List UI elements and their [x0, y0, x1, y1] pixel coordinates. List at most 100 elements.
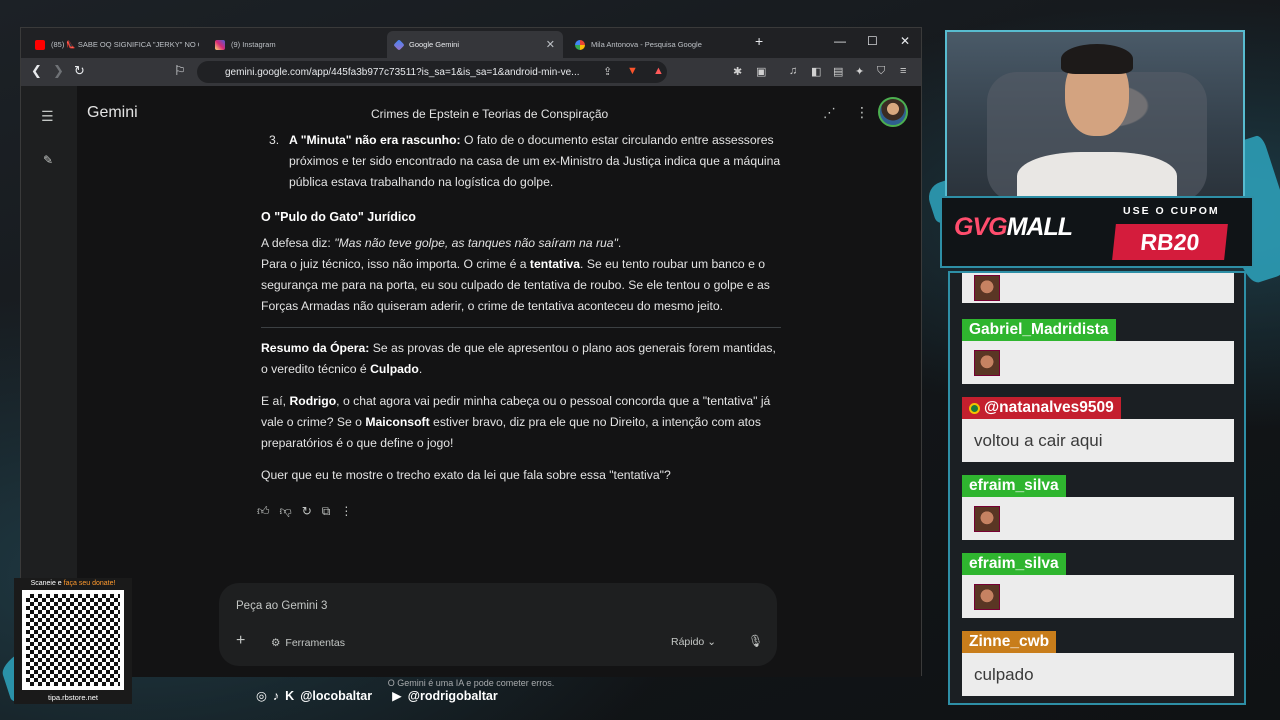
username-text: Zinne_cwb [969, 633, 1050, 650]
more-options-icon[interactable]: ⋮ [855, 104, 869, 121]
message-body [962, 273, 1234, 303]
tab-label: (9) Instagram [231, 40, 276, 49]
share-icon[interactable]: ⋰ [823, 105, 836, 121]
close-tab-icon[interactable]: ✕ [546, 38, 555, 51]
emote-icon [974, 275, 1000, 301]
social-handles: ◎ ♪ K @locobaltar ▶ @rodrigobaltar [256, 688, 498, 704]
tab-bar: (85) 👠 SABE OQ SIGNIFICA "JERKY" NO CO..… [21, 28, 921, 58]
text-span: A defesa diz: [261, 236, 335, 250]
gemini-app: ☰ ✎ Gemini Crimes de Epstein e Teorias d… [21, 86, 921, 688]
list-item-bold: A "Minuta" não era rascunho: [289, 133, 461, 147]
emote-icon [974, 349, 1000, 376]
leo-ai-icon[interactable]: ✦ [855, 65, 864, 78]
message-body: voltou a cair aqui [962, 419, 1234, 462]
reload-icon[interactable]: ↻ [74, 63, 85, 79]
mode-selector[interactable]: Rápido ⌄ [671, 636, 716, 648]
handle-primary: @locobaltar [300, 688, 373, 703]
bookmark-icon[interactable]: ⚐ [174, 63, 186, 79]
prompt-placeholder[interactable]: Peça ao Gemini 3 [236, 600, 327, 612]
forward-icon[interactable]: ❯ [53, 63, 64, 79]
donate-qr-panel: Scaneie e faça seu donate! tipa.rbstore.… [14, 578, 132, 704]
tools-button[interactable]: ⚙ Ferramentas [271, 637, 345, 649]
mode-label: Rápido [671, 636, 705, 648]
thumbs-up-icon[interactable]: 👍︎ [257, 504, 270, 519]
brave-rewards-icon[interactable]: ▲ [653, 65, 664, 77]
sponsor-banner: GVGMALL USE O CUPOM RB20 [940, 196, 1254, 268]
vpn-icon[interactable]: ⛉ [877, 65, 885, 78]
chat-title[interactable]: Crimes de Epstein e Teorias de Conspiraç… [371, 107, 608, 121]
message-body: culpado [962, 653, 1234, 696]
emote-icon [974, 583, 1000, 610]
minimize-button[interactable]: — [834, 34, 846, 48]
brave-shield-icon[interactable]: ▼ [627, 65, 638, 77]
webcam-feed [945, 30, 1245, 198]
tab-instagram[interactable]: (9) Instagram [207, 31, 387, 58]
response-content: 3. A "Minuta" não era rascunho: O fato d… [261, 130, 781, 500]
text-span: Para o juiz técnico, isso não importa. O… [261, 257, 530, 271]
url-field[interactable]: gemini.google.com/app/445fa3b977c73511?i… [197, 61, 667, 83]
sidebar-icon[interactable]: ◧ [811, 65, 821, 78]
tab-youtube[interactable]: (85) 👠 SABE OQ SIGNIFICA "JERKY" NO CO..… [27, 31, 199, 58]
tab-label: (85) 👠 SABE OQ SIGNIFICA "JERKY" NO CO..… [51, 40, 199, 49]
logo-part: GVG [954, 213, 1008, 241]
kick-icon: K [285, 688, 295, 703]
copy-icon[interactable]: ⧉ [322, 504, 331, 519]
text-span: . [418, 362, 423, 376]
browser-window: (85) 👠 SABE OQ SIGNIFICA "JERKY" NO CO..… [20, 27, 922, 688]
screenshot-icon[interactable]: ▣ [756, 65, 766, 78]
more-icon[interactable]: ⋮ [340, 504, 352, 519]
emote-icon [974, 505, 1000, 532]
youtube-icon [35, 39, 45, 50]
bold-span: Maiconsoft [365, 415, 430, 429]
tab-gemini[interactable]: Google Gemini ✕ [387, 31, 563, 58]
flag-icon [969, 402, 980, 414]
gemini-icon [393, 38, 405, 51]
bold-span: Rodrigo [289, 394, 337, 408]
regenerate-icon[interactable]: ↻ [302, 504, 312, 519]
url-text: gemini.google.com/app/445fa3b977c73511?i… [225, 66, 580, 78]
paragraph: E aí, Rodrigo, o chat agora vai pedir mi… [261, 391, 781, 454]
avatar[interactable] [878, 97, 908, 127]
qr-code [22, 590, 124, 690]
bold-span: Culpado [370, 362, 419, 376]
stream-chat: Gabriel_Madridista @natanalves9509 volto… [948, 271, 1246, 705]
music-icon[interactable]: ♫ [789, 65, 797, 77]
disclaimer: O Gemini é uma IA e pode cometer erros. [387, 678, 555, 688]
summary-paragraph: Resumo da Ópera: Se as provas de que ele… [261, 338, 781, 380]
logo-part: MALL [1006, 213, 1073, 241]
message-body [962, 575, 1234, 618]
qr-caption: Scaneie e faça seu donate! [14, 580, 132, 587]
tools-label: Ferramentas [285, 637, 345, 649]
tools-icon: ⚙ [271, 637, 281, 649]
tiktok-icon: ♪ [272, 688, 280, 703]
bold-span: tentativa [529, 257, 581, 271]
microphone-icon[interactable]: 🎙︎ [748, 634, 763, 648]
thumbs-down-icon[interactable]: 👎︎ [280, 504, 292, 519]
chat-username: @natanalves9509 [962, 397, 1121, 419]
paragraph: A defesa diz: "Mas não teve golpe, as ta… [261, 233, 781, 317]
menu-icon[interactable]: ≡ [900, 65, 906, 77]
prompt-input-box[interactable]: Peça ao Gemini 3 + ⚙ Ferramentas Rápido … [219, 583, 777, 666]
new-chat-icon[interactable]: ✎ [43, 153, 53, 167]
back-icon[interactable]: ❮ [31, 63, 42, 79]
close-window-button[interactable]: ✕ [900, 34, 910, 48]
tab-google-search[interactable]: Mila Antonova - Pesquisa Google [567, 31, 743, 58]
coupon-label: USE O CUPOM [1123, 205, 1220, 217]
share-page-icon[interactable]: ⇪ [603, 65, 612, 78]
caption-highlight: faça seu donate! [63, 580, 116, 587]
wallet-icon[interactable]: ▤ [833, 65, 843, 78]
chat-username: efraim_silva [962, 475, 1066, 497]
divider [261, 327, 781, 328]
main-menu-icon[interactable]: ☰ [41, 108, 54, 125]
maximize-button[interactable]: ☐ [867, 34, 878, 48]
address-bar-row: ❮ ❯ ↻ ⚐ gemini.google.com/app/445fa3b977… [21, 58, 921, 86]
username-text: Gabriel_Madridista [969, 321, 1109, 338]
extensions-icon[interactable]: ✱ [733, 65, 742, 78]
section-heading: O "Pulo do Gato" Jurídico [261, 210, 416, 224]
google-icon [575, 39, 585, 50]
instagram-icon [215, 39, 225, 50]
add-icon[interactable]: + [236, 632, 245, 650]
response-actions: 👍︎ 👎︎ ↻ ⧉ ⋮ [257, 504, 352, 519]
new-tab-button[interactable]: + [755, 33, 763, 49]
paragraph: Quer que eu te mostre o trecho exato da … [261, 468, 671, 482]
